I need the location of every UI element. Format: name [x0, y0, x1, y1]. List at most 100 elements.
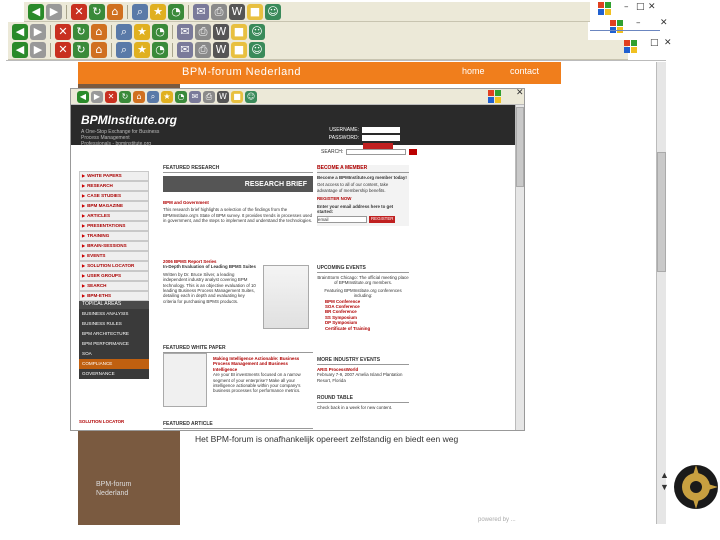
- mail-icon[interactable]: ✉: [193, 3, 209, 20]
- close-icon[interactable]: ✕: [516, 88, 524, 98]
- messenger-icon[interactable]: ☺: [245, 90, 257, 103]
- research-title[interactable]: BPM and Government: [163, 200, 313, 205]
- history-icon[interactable]: ◔: [175, 90, 187, 103]
- nav-item[interactable]: ▶ WHITE PAPERS: [79, 171, 149, 181]
- print-icon[interactable]: ⎙: [203, 90, 215, 103]
- nav-item[interactable]: ▶ TRAINING: [79, 231, 149, 241]
- password-input[interactable]: [362, 135, 400, 141]
- search-go-button[interactable]: [409, 149, 418, 155]
- topical-item[interactable]: COMPLIANCE: [79, 359, 149, 369]
- stop-icon[interactable]: ✕: [105, 90, 117, 103]
- topical-item[interactable]: GOVERNANCE: [79, 369, 149, 379]
- history-icon[interactable]: ◔: [168, 3, 184, 20]
- seal-arrow-down[interactable]: ▼: [660, 482, 669, 492]
- nav-item[interactable]: ▶ USER GROUPS: [79, 271, 149, 281]
- discuss-icon[interactable]: ■: [231, 90, 243, 103]
- scrollbar-thumb[interactable]: [657, 152, 666, 272]
- forward-icon[interactable]: ▶: [91, 90, 103, 103]
- bpm-logo[interactable]: BPMInstitute.org: [81, 113, 177, 127]
- discuss-icon[interactable]: ■: [231, 23, 247, 40]
- solution-locator-label[interactable]: SOLUTION LOCATOR: [79, 419, 124, 424]
- nav-item[interactable]: ▶ EVENTS: [79, 251, 149, 261]
- mail-icon[interactable]: ✉: [177, 23, 193, 40]
- mail-icon[interactable]: ✉: [177, 41, 193, 58]
- nav-item[interactable]: ▶ PRESENTATIONS: [79, 221, 149, 231]
- search-icon[interactable]: ⌕: [147, 90, 159, 103]
- topical-item[interactable]: SOA: [79, 349, 149, 359]
- search-input[interactable]: [346, 149, 407, 155]
- refresh-icon[interactable]: ↻: [119, 90, 131, 103]
- edit-icon[interactable]: W: [213, 23, 229, 40]
- search-icon[interactable]: ⌕: [116, 41, 132, 58]
- minimize-icon[interactable]: –: [636, 18, 641, 28]
- topical-item[interactable]: BUSINESS RULES: [79, 319, 149, 329]
- stop-icon[interactable]: ✕: [55, 23, 71, 40]
- forward-icon[interactable]: ▶: [46, 3, 62, 20]
- topical-item[interactable]: BPM PERFORMANCE: [79, 339, 149, 349]
- nav-item[interactable]: ▶ ARTICLES: [79, 211, 149, 221]
- white-paper-title[interactable]: Making Intelligence Actionable: Business…: [213, 356, 313, 372]
- discuss-icon[interactable]: ■: [231, 41, 247, 58]
- inner-scrollbar[interactable]: [515, 105, 524, 430]
- refresh-icon[interactable]: ↻: [73, 23, 89, 40]
- nav-item[interactable]: ▶ SEARCH: [79, 281, 149, 291]
- maximize-icon[interactable]: □: [650, 38, 659, 48]
- edit-icon[interactable]: W: [229, 3, 245, 20]
- search-icon[interactable]: ⌕: [116, 23, 132, 40]
- stop-icon[interactable]: ✕: [71, 3, 87, 20]
- stop-icon[interactable]: ✕: [55, 41, 71, 58]
- nav-item[interactable]: ▶ RESEARCH: [79, 181, 149, 191]
- nav-contact-link[interactable]: contact: [510, 66, 539, 76]
- inner-scrollbar-thumb[interactable]: [516, 107, 524, 187]
- topical-item[interactable]: BUSINESS ANALYSIS: [79, 309, 149, 319]
- history-icon[interactable]: ◔: [152, 23, 168, 40]
- home-icon[interactable]: ⌂: [91, 41, 107, 58]
- back-icon[interactable]: ◀: [77, 90, 89, 103]
- nav-item[interactable]: ▶ SOLUTION LOCATOR: [79, 261, 149, 271]
- favorites-icon[interactable]: ★: [134, 23, 150, 40]
- print-icon[interactable]: ⎙: [195, 41, 211, 58]
- favorites-icon[interactable]: ★: [150, 3, 166, 20]
- nav-item[interactable]: ▶ BPM-ETHS: [79, 291, 149, 301]
- messenger-icon[interactable]: ☺: [249, 23, 265, 40]
- forward-icon[interactable]: ▶: [30, 41, 46, 58]
- refresh-icon[interactable]: ↻: [73, 41, 89, 58]
- nav-item[interactable]: ▶ CASE STUDIES: [79, 191, 149, 201]
- back-icon[interactable]: ◀: [12, 23, 28, 40]
- home-icon[interactable]: ⌂: [107, 3, 123, 20]
- back-icon[interactable]: ◀: [28, 3, 44, 20]
- close-icon[interactable]: ✕: [664, 38, 672, 48]
- minimize-icon[interactable]: –: [624, 2, 629, 12]
- edit-icon[interactable]: W: [213, 41, 229, 58]
- refresh-icon[interactable]: ↻: [89, 3, 105, 20]
- search-icon[interactable]: ⌕: [132, 3, 148, 20]
- home-icon[interactable]: ⌂: [91, 23, 107, 40]
- home-icon[interactable]: ⌂: [133, 90, 145, 103]
- nav-home-link[interactable]: home: [462, 66, 485, 76]
- back-icon[interactable]: ◀: [12, 41, 28, 58]
- event-link[interactable]: Certificate of Training: [325, 326, 409, 331]
- maximize-icon[interactable]: □: [636, 2, 645, 12]
- topical-item[interactable]: BPM ARCHITECTURE: [79, 329, 149, 339]
- close-icon[interactable]: ✕: [648, 2, 656, 12]
- email-input[interactable]: email: [317, 216, 367, 224]
- print-icon[interactable]: ⎙: [211, 3, 227, 20]
- username-input[interactable]: [362, 127, 400, 133]
- messenger-icon[interactable]: ☺: [265, 3, 281, 20]
- edit-icon[interactable]: W: [217, 90, 229, 103]
- history-icon[interactable]: ◔: [152, 41, 168, 58]
- favorites-icon[interactable]: ★: [134, 41, 150, 58]
- seal-arrow-up[interactable]: ▲: [660, 470, 669, 480]
- register-button[interactable]: REGISTER: [369, 216, 396, 224]
- nav-item[interactable]: ▶ BRAIN-SESSIONS: [79, 241, 149, 251]
- discuss-icon[interactable]: ■: [247, 3, 263, 20]
- more-events-body: February 7-9, 2007 Amelia Island Plantat…: [317, 372, 403, 383]
- print-icon[interactable]: ⎙: [195, 23, 211, 40]
- messenger-icon[interactable]: ☺: [249, 41, 265, 58]
- close-icon[interactable]: ✕: [660, 18, 668, 28]
- forward-icon[interactable]: ▶: [30, 23, 46, 40]
- mail-icon[interactable]: ✉: [189, 90, 201, 103]
- register-now-link[interactable]: REGISTER NOW: [317, 196, 409, 201]
- favorites-icon[interactable]: ★: [161, 90, 173, 103]
- nav-item[interactable]: ▶ BPM MAGAZINE: [79, 201, 149, 211]
